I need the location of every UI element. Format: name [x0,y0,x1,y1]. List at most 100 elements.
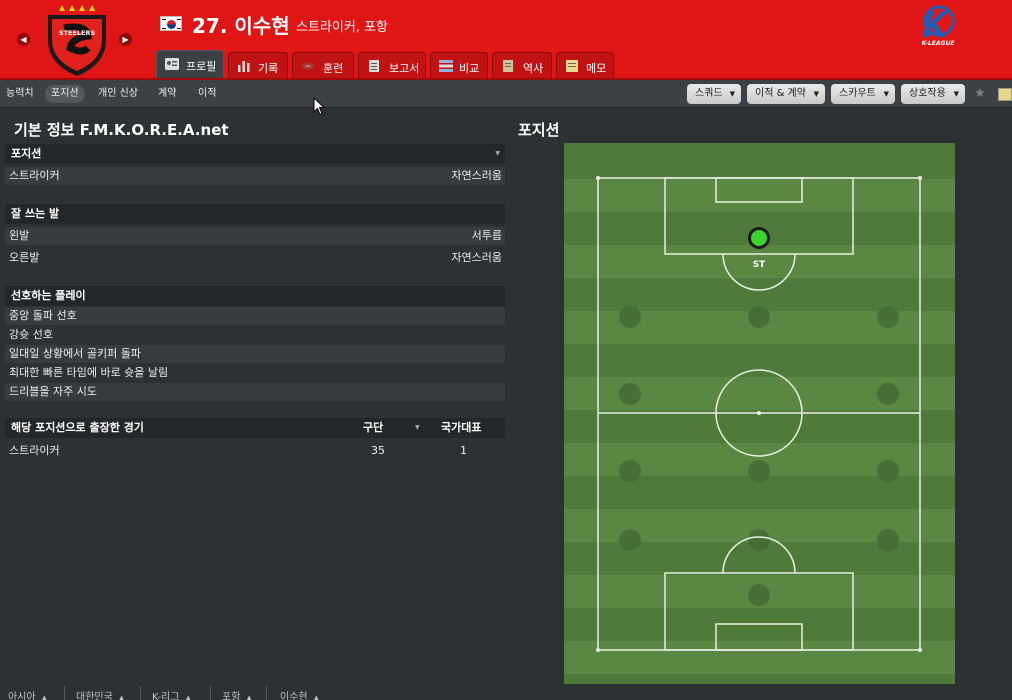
breadcrumb-league[interactable]: K-리그 ▲ [152,688,191,700]
club-apps: 35 [371,444,385,457]
menu-label: 스쿼드 [695,88,723,99]
tab-reports[interactable]: 보고서 [358,52,426,78]
korea-flag-icon [160,16,182,31]
national-apps: 1 [460,444,467,457]
breadcrumb-label: 대한민국 [76,692,113,700]
foot-rating: 자연스러움 [451,251,502,264]
menu-label: 이적 & 계약 [755,88,806,99]
squad-menu[interactable]: 스쿼드 ▼ [687,84,741,104]
position-name: 스트라이커 [9,169,60,182]
position-rating: 자연스러움 [451,169,502,182]
player-subtitle: 스트라이커, 포항 [296,20,388,35]
tab-history[interactable]: 역사 [492,52,552,78]
player-title: 27. 이수현 [192,14,290,38]
k-league-logo-icon: K-LEAGUE [922,5,956,47]
player-header: ◀ STEELERS ▶ 27. 이수현 스트라이커, 포항 K-LEAGUE … [0,0,1012,80]
chevron-up-icon: ▲ [185,694,191,700]
position-pitch: ST [564,143,955,684]
foot-rating: 서투름 [471,229,502,242]
tab-profile[interactable]: 프로필 [156,50,224,78]
tab-label: 기록 [258,62,279,75]
foot-row: 왼발 서투름 [5,227,505,245]
breadcrumb-label: K-리그 [152,692,180,700]
subtab-attributes[interactable]: 능력치 [0,85,40,103]
chevron-down-icon: ▼ [953,90,959,98]
menu-label: 스카우트 [839,88,876,99]
preferred-move-row: 일대일 상황에서 골키퍼 돌파 [5,345,505,363]
breadcrumb: 아시아 ▲ 대한민국 ▲ K-리그 ▲ 포항 ▲ 이수현 ▲ [0,682,1012,700]
profile-card-icon [165,58,179,70]
menu-label: 상호작용 [909,88,946,99]
chevron-down-icon: ▼ [729,90,735,98]
preferred-moves-header: 선호하는 플레이 [5,286,505,306]
subtab-personal[interactable]: 개인 신상 [92,85,144,103]
interaction-menu[interactable]: 상호작용 ▼ [901,84,965,104]
k-league-text: K-LEAGUE [922,40,956,47]
subtab-contract[interactable]: 계약 [152,85,182,103]
chevron-up-icon: ▲ [41,694,47,700]
crest-text: STEELERS [59,29,96,37]
tab-compare[interactable]: 비교 [430,52,488,78]
memo-icon [566,60,578,72]
club-column-header[interactable]: 구단 [363,418,383,438]
breadcrumb-label: 포항 [222,692,241,700]
subtab-transfer[interactable]: 이적 [192,85,222,103]
sort-arrow-icon: ▼ [415,424,420,431]
basic-info-heading: 기본 정보 F.M.K.O.R.E.A.net [14,121,229,139]
preferred-foot-header: 잘 쓰는 발 [5,204,505,224]
appearances-header: 해당 포지션으로 출장한 경기 구단 ▼ 국가대표 [5,418,505,438]
foot-name: 오른발 [9,251,40,264]
add-note-icon[interactable] [998,88,1012,101]
preferred-move-row: 최대한 빠른 타임에 바로 슛을 날림 [9,366,169,379]
history-icon [503,60,513,72]
breadcrumb-label: 아시아 [8,692,36,700]
club-crest-icon: STEELERS [48,5,106,76]
breadcrumb-player[interactable]: 이수현 ▲ [280,688,319,700]
favorite-star-icon[interactable]: ★ [974,86,986,101]
tab-label: 훈련 [323,62,344,75]
prev-player-arrow-icon[interactable]: ◀ [17,33,30,46]
breadcrumb-asia[interactable]: 아시아 ▲ [8,688,47,700]
position-heading: 포지션 [518,121,560,139]
compare-icon [439,60,453,72]
chevron-up-icon: ▲ [118,694,125,700]
chevron-up-icon: ▲ [246,694,252,700]
section-title: 선호하는 플레이 [11,289,86,302]
section-title: 포지션 [11,147,42,160]
preferred-move-row: 드리블을 자주 시도 [5,383,505,401]
mouse-cursor-icon [313,97,325,116]
chevron-down-icon: ▼ [813,90,819,98]
chevron-up-icon: ▲ [313,694,319,700]
preferred-move-row: 중앙 돌파 선호 [5,307,505,325]
breadcrumb-label: 이수현 [280,692,308,700]
striker-position-marker[interactable] [751,230,767,246]
foot-name: 왼발 [9,229,30,242]
tab-training[interactable]: 훈련 [292,52,354,78]
position-label: ST [753,260,766,270]
transfer-contract-menu[interactable]: 이적 & 계약 ▼ [747,84,825,104]
bar-stats-icon [238,61,250,72]
breadcrumb-club[interactable]: 포항 ▲ [222,688,252,700]
tab-label: 역사 [523,62,544,75]
training-icon [302,62,314,70]
report-icon [369,60,379,72]
breadcrumb-korea[interactable]: 대한민국 ▲ [76,688,124,700]
scout-menu[interactable]: 스카우트 ▼ [831,84,895,104]
tab-stats[interactable]: 기록 [228,52,288,78]
foot-row: 오른발 자연스러움 [5,249,505,267]
next-player-arrow-icon[interactable]: ▶ [119,33,132,46]
national-column-header[interactable]: 국가대표 [441,418,481,438]
section-title: 잘 쓰는 발 [11,207,60,220]
tab-label: 프로필 [186,60,217,73]
subtab-positions[interactable]: 포지션 [45,85,85,103]
tab-memo[interactable]: 메모 [556,52,614,78]
tab-label: 비교 [459,62,480,75]
appearance-position: 스트라이커 [9,444,60,457]
preferred-move-row: 강슛 선호 [9,328,53,341]
tab-label: 보고서 [389,62,420,75]
appearance-row: 스트라이커 35 1 [5,442,505,460]
positions-section-header[interactable]: 포지션 ▼ [5,144,505,164]
position-row: 스트라이커 자연스러움 [5,167,505,185]
tab-label: 메모 [586,62,607,75]
chevron-down-icon: ▼ [883,90,889,98]
